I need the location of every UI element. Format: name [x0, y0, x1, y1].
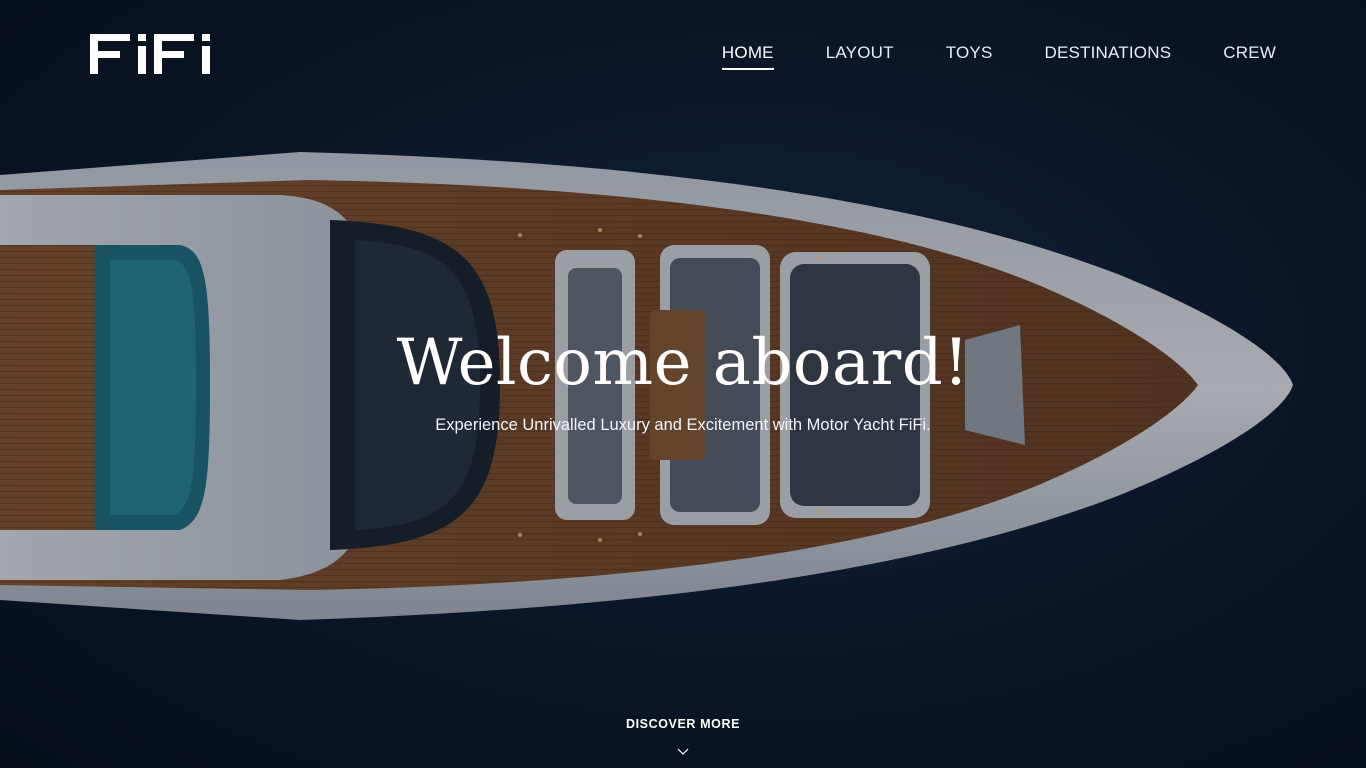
- discover-more-link[interactable]: DISCOVER MORE: [0, 716, 1366, 732]
- nav-toys-link[interactable]: TOYS: [946, 42, 993, 70]
- nav-crew-link[interactable]: CREW: [1223, 42, 1276, 70]
- nav-home-link[interactable]: HOME: [721, 42, 774, 70]
- nav-layout-link[interactable]: LAYOUT: [826, 42, 894, 70]
- hero-title: Welcome aboard!: [396, 326, 970, 400]
- nav-destinations-link[interactable]: DESTINATIONS: [1044, 42, 1171, 70]
- chevron-down-icon[interactable]: [677, 748, 689, 756]
- hero-subtitle: Experience Unrivalled Luxury and Excitem…: [435, 416, 931, 434]
- fifi-logo[interactable]: [90, 34, 221, 74]
- main-nav: HOME LAYOUT TOYS DESTINATIONS CREW: [721, 42, 1276, 70]
